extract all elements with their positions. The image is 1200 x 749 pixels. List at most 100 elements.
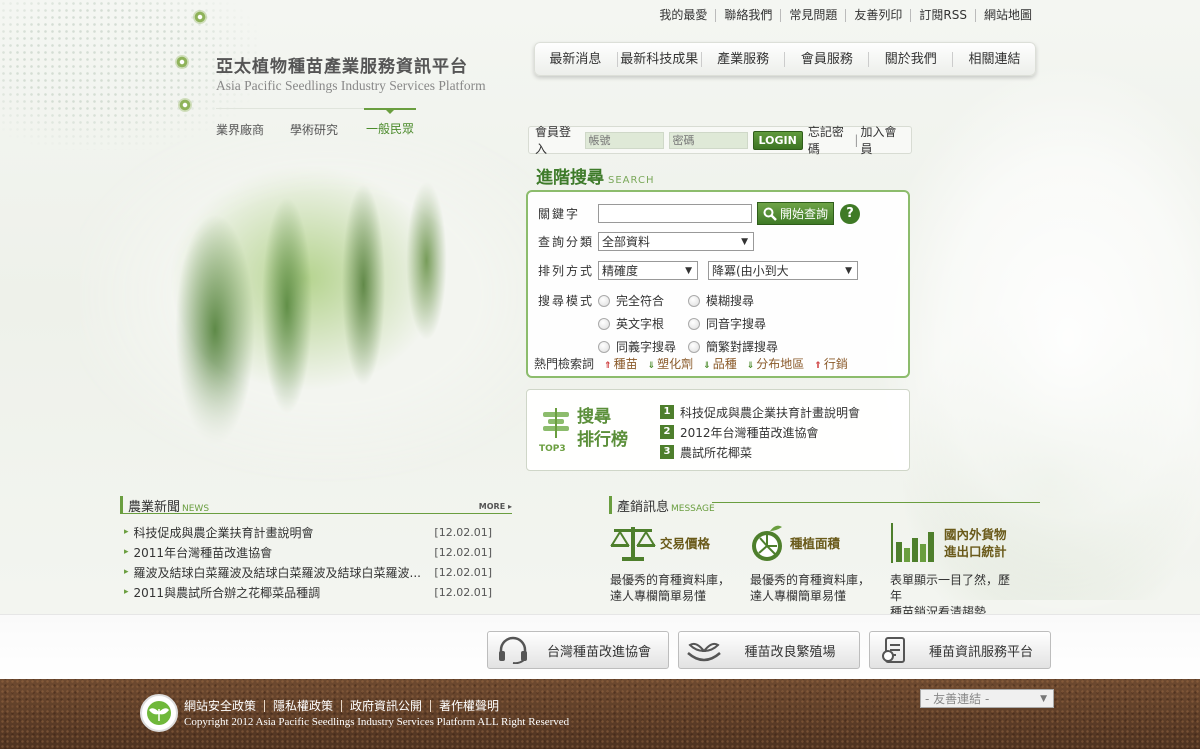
map-marker-icon	[178, 98, 192, 112]
password-input[interactable]	[668, 131, 748, 149]
top3-title-line1: 搜尋	[577, 407, 611, 427]
partner-improvement-station[interactable]: 種苗改良繁殖場	[678, 631, 860, 669]
category-row: 查詢分類 全部資料 ▼	[538, 232, 754, 251]
news-item-date: [12.02.01]	[434, 545, 492, 559]
nav-news[interactable]: 最新消息	[534, 52, 617, 67]
top3-item[interactable]: 3 農試所花椰菜	[660, 442, 860, 462]
marketing-item-desc: 達人專欄簡單易懂	[610, 589, 707, 603]
tab-industry[interactable]: 業界廠商	[216, 109, 264, 137]
tab-academic[interactable]: 學術研究	[290, 109, 338, 137]
nav-tech[interactable]: 最新科技成果	[616, 51, 701, 67]
nav-industry[interactable]: 產業服務	[700, 51, 785, 67]
partner-seedling-association[interactable]: 台灣種苗改進協會	[487, 631, 669, 669]
trend-up-icon: ⇑	[814, 361, 822, 371]
radio-icon	[598, 294, 610, 307]
search-button[interactable]: 開始查詢	[757, 202, 835, 225]
marketing-item-name-line2: 進出口統計	[944, 544, 1007, 559]
news-item-date: [12.02.01]	[434, 585, 492, 599]
headset-icon	[499, 636, 527, 664]
marketing-import-export[interactable]: 國內外貨物 進出口統計 表單顯示一目了然，歷年 種苗銷況看清趨勢	[890, 520, 1020, 620]
footer-link-privacy[interactable]: 隱私權政策	[264, 700, 341, 712]
site-title[interactable]: 亞太植物種苗產業服務資訊平台	[216, 52, 468, 77]
hot-terms-label: 熱門檢索詞	[534, 357, 595, 371]
mode-homophone[interactable]: 同音字搜尋	[688, 315, 798, 332]
chevron-down-icon: ▼	[845, 265, 852, 276]
link-sitemap[interactable]: 網站地圖	[974, 9, 1032, 22]
radio-icon	[598, 317, 610, 330]
partner-info-platform[interactable]: 種苗資訊服務平台	[869, 631, 1051, 669]
chevron-down-icon: ▼	[685, 265, 692, 276]
nav-member[interactable]: 會員服務	[784, 51, 868, 67]
hot-term[interactable]: ⇓ 分布地區	[747, 355, 805, 372]
friendly-links-select[interactable]: - 友善連結 - ▼	[920, 689, 1054, 708]
mode-fuzzy[interactable]: 模糊搜尋	[688, 292, 798, 309]
top3-list: 1 科技促成與農企業扶育計畫說明會 2 2012年台灣種苗改進協會 3 農試所花椰菜	[660, 402, 860, 462]
mode-root-label: 英文字根	[616, 317, 665, 331]
hot-term[interactable]: ⇓ 塑化劑	[648, 355, 694, 372]
partner-label: 種苗資訊服務平台	[928, 644, 1033, 660]
more-label: MORE	[478, 502, 506, 511]
hot-term[interactable]: ⇑ 行銷	[814, 355, 848, 372]
trend-down-icon: ⇓	[647, 361, 656, 371]
order-select[interactable]: 降冪(由小到大 ▼	[708, 261, 858, 280]
top3-item[interactable]: 2 2012年台灣種苗改進協會	[660, 422, 860, 442]
login-button[interactable]: LOGIN	[752, 130, 803, 150]
hot-term[interactable]: ⇓ 品種	[703, 355, 737, 372]
mode-label: 搜尋模式	[538, 294, 595, 308]
top3-badge-label: TOP3	[539, 444, 566, 454]
friendly-links-value: - 友善連結 -	[925, 692, 990, 706]
top3-item-text: 農試所花椰菜	[680, 445, 753, 460]
footer-link-security[interactable]: 網站安全政策	[184, 700, 264, 712]
mode-options: 完全符合 模糊搜尋 英文字根 同音字搜尋 同義字搜尋 簡繁對譯搜尋	[598, 292, 798, 355]
rank-badge: 1	[660, 405, 674, 419]
footer-link-copyright[interactable]: 著作權聲明	[430, 700, 507, 712]
hot-term-text: 品種	[712, 357, 737, 371]
link-print[interactable]: 友善列印	[845, 9, 910, 22]
link-favorites[interactable]: 我的最愛	[651, 9, 715, 22]
join-member-link[interactable]: 加入會員	[860, 123, 905, 157]
keyword-input[interactable]	[598, 204, 752, 223]
marketing-planting-area[interactable]: 種植面積 最優秀的育種資料庫， 達人專欄簡單易懂	[750, 520, 880, 604]
news-item[interactable]: 2011與農試所合辦之花椰菜品種調 [12.02.01]	[124, 582, 492, 602]
nav-about[interactable]: 關於我們	[868, 51, 952, 67]
news-item[interactable]: 羅波及結球白菜羅波及結球白菜羅波及結球白菜羅波... [12.02.01]	[124, 562, 492, 582]
trend-up-icon: ⇑	[604, 361, 612, 371]
news-item[interactable]: 科技促成與農企業扶育計畫說明會 [12.02.01]	[124, 522, 492, 542]
news-title-en: NEWS	[182, 504, 210, 514]
marketing-trade-price[interactable]: 交易價格 最優秀的育種資料庫， 達人專欄簡單易懂	[610, 520, 740, 604]
marketing-title: 產銷訊息	[617, 500, 670, 515]
news-item[interactable]: 2011年台灣種苗改進協會 [12.02.01]	[124, 542, 492, 562]
news-more-link[interactable]: MORE ▸	[479, 502, 512, 511]
help-icon[interactable]: ?	[840, 203, 861, 224]
marketing-item-desc: 最優秀的育種資料庫，	[750, 573, 871, 587]
news-item-date: [12.02.01]	[434, 525, 492, 539]
top3-title: 搜尋 排行榜	[577, 406, 628, 452]
mode-root[interactable]: 英文字根	[598, 315, 688, 332]
top3-item[interactable]: 1 科技促成與農企業扶育計畫說明會	[660, 402, 860, 422]
link-rss[interactable]: 訂閱RSS	[910, 9, 975, 22]
account-input[interactable]	[584, 131, 664, 149]
radio-icon	[688, 340, 700, 353]
search-title: 進階搜尋 SEARCH	[536, 163, 654, 188]
mode-exact[interactable]: 完全符合	[598, 292, 688, 309]
sort-select[interactable]: 精確度 ▼	[598, 261, 698, 280]
link-faq[interactable]: 常見問題	[780, 9, 845, 22]
nav-links[interactable]: 相關連結	[952, 51, 1036, 67]
login-label: 會員登入	[535, 125, 572, 156]
hot-term-text: 行銷	[823, 357, 848, 371]
podium-icon: TOP3	[539, 408, 573, 454]
order-value: 降冪(由小到大	[712, 264, 789, 278]
login-bar: 會員登入 LOGIN 忘記密碼 | 加入會員	[528, 123, 912, 157]
link-contact[interactable]: 聯絡我們	[715, 9, 780, 22]
mode-trad-simp-label: 簡繁對譯搜尋	[706, 340, 779, 354]
sort-label: 排列方式	[538, 264, 595, 278]
forgot-password-link[interactable]: 忘記密碼	[808, 123, 853, 157]
mode-trad-simp[interactable]: 簡繁對譯搜尋	[688, 338, 798, 355]
hot-term[interactable]: ⇑ 種苗	[604, 355, 638, 372]
mode-row: 搜尋模式	[538, 292, 598, 309]
footer-logo	[140, 694, 178, 732]
category-select[interactable]: 全部資料 ▼	[598, 232, 754, 251]
mode-synonym[interactable]: 同義字搜尋	[598, 338, 688, 355]
tab-public[interactable]: 一般民眾	[363, 108, 416, 136]
footer-link-open-info[interactable]: 政府資訊公開	[341, 700, 430, 712]
